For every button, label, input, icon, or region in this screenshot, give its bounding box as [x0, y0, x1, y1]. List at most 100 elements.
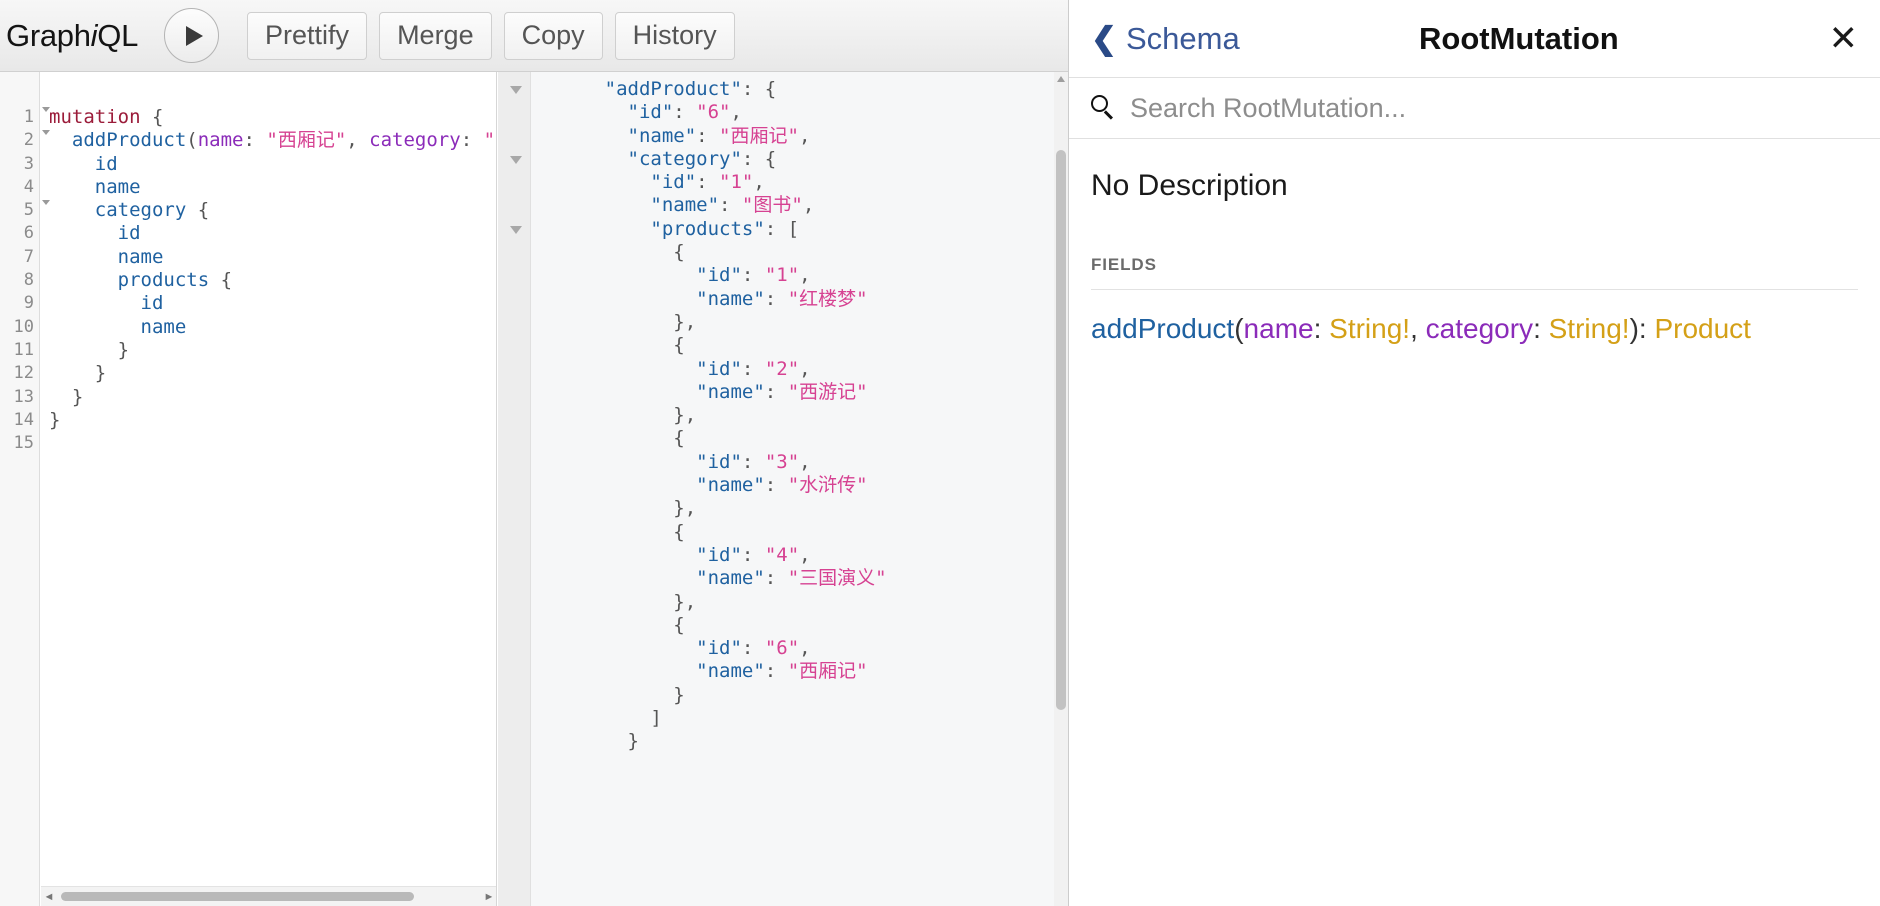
code-line[interactable]: mutation {	[49, 106, 496, 129]
query-code-area[interactable]: mutation { addProduct(name: "西厢记", categ…	[41, 72, 496, 906]
graphiql-logo: GraphiQL	[6, 18, 138, 54]
doc-title: RootMutation	[1220, 21, 1818, 57]
result-line: "products": [	[536, 218, 1054, 241]
result-line: "id": "6",	[536, 637, 1054, 660]
scroll-right-icon[interactable]: ►	[481, 891, 497, 903]
line-number: 12	[0, 362, 39, 385]
scrollbar-thumb[interactable]	[61, 892, 414, 901]
code-line[interactable]	[49, 432, 496, 455]
code-line[interactable]: }	[49, 386, 496, 409]
result-line: "id": "1",	[536, 264, 1054, 287]
result-line: },	[536, 311, 1054, 334]
result-line: "id": "1",	[536, 171, 1054, 194]
toolbar-button-prettify[interactable]: Prettify	[247, 12, 367, 60]
toolbar-button-merge[interactable]: Merge	[379, 12, 492, 60]
result-line: "name": "三国演义"	[536, 567, 1054, 590]
line-number: 9	[0, 292, 39, 315]
line-number: 15	[0, 432, 39, 455]
result-line: "name": "西游记"	[536, 381, 1054, 404]
line-number: 7	[0, 246, 39, 269]
result-gutter	[498, 72, 531, 906]
result-line: },	[536, 404, 1054, 427]
graphiql-app: GraphiQL PrettifyMergeCopyHistory 123456…	[0, 0, 1880, 906]
result-line: {	[536, 241, 1054, 264]
result-fold-caret-icon[interactable]	[510, 86, 522, 94]
result-line: {	[536, 334, 1054, 357]
result-scrollbar-thumb[interactable]	[1056, 150, 1066, 710]
query-gutter: 123456789101112131415	[0, 72, 40, 906]
result-line: "addProduct": {	[536, 78, 1054, 101]
code-line[interactable]: id	[49, 222, 496, 245]
result-code-area: "addProduct": { "id": "6", "name": "西厢记"…	[532, 72, 1054, 906]
result-line: "name": "红楼梦"	[536, 288, 1054, 311]
result-line: ]	[536, 707, 1054, 730]
result-line: "name": "图书",	[536, 194, 1054, 217]
code-line[interactable]: }	[49, 409, 496, 432]
result-line: {	[536, 521, 1054, 544]
chevron-left-icon: ❮	[1091, 21, 1117, 57]
toolbar: GraphiQL PrettifyMergeCopyHistory	[0, 0, 1068, 72]
code-line[interactable]: }	[49, 339, 496, 362]
fields-divider	[1091, 289, 1858, 290]
line-number: 5	[0, 199, 39, 222]
result-line: {	[536, 614, 1054, 637]
back-to-schema-link[interactable]: ❮ Schema	[1091, 21, 1240, 57]
result-line: "id": "4",	[536, 544, 1054, 567]
code-line[interactable]: name	[49, 316, 496, 339]
line-number: 14	[0, 409, 39, 432]
code-line[interactable]: id	[49, 292, 496, 315]
result-line: "name": "西厢记"	[536, 660, 1054, 683]
search-icon	[1091, 95, 1117, 121]
search-input[interactable]	[1130, 93, 1858, 124]
line-number: 4	[0, 176, 39, 199]
logo-prefix: Graph	[6, 18, 91, 53]
result-line: "name": "水浒传"	[536, 474, 1054, 497]
result-pane: "addProduct": { "id": "6", "name": "西厢记"…	[498, 72, 1068, 906]
result-line: }	[536, 730, 1054, 753]
scroll-up-icon[interactable]	[1057, 76, 1065, 82]
code-line[interactable]: name	[49, 176, 496, 199]
result-line: "id": "3",	[536, 451, 1054, 474]
line-number: 13	[0, 386, 39, 409]
toolbar-button-history[interactable]: History	[615, 12, 735, 60]
type-description: No Description	[1091, 169, 1858, 203]
line-number: 8	[0, 269, 39, 292]
logo-suffix: QL	[97, 18, 138, 53]
execute-query-button[interactable]	[164, 8, 219, 63]
result-line: }	[536, 684, 1054, 707]
toolbar-button-copy[interactable]: Copy	[504, 12, 603, 60]
query-editor-pane[interactable]: 123456789101112131415 mutation { addProd…	[0, 72, 497, 906]
result-fold-caret-icon[interactable]	[510, 226, 522, 234]
line-number: 6	[0, 222, 39, 245]
doc-body: No Description FIELDS addProduct(name: S…	[1069, 169, 1880, 345]
play-icon	[186, 26, 203, 46]
result-line: "category": {	[536, 148, 1054, 171]
result-line: {	[536, 427, 1054, 450]
documentation-panel: ❮ Schema RootMutation ✕ No Description F…	[1068, 0, 1880, 906]
scroll-left-icon[interactable]: ◄	[41, 891, 57, 903]
result-line: "id": "2",	[536, 358, 1054, 381]
result-line: },	[536, 591, 1054, 614]
doc-header: ❮ Schema RootMutation ✕	[1069, 0, 1880, 77]
field-signature[interactable]: addProduct(name: String!, category: Stri…	[1091, 312, 1858, 345]
code-line[interactable]: category {	[49, 199, 496, 222]
close-icon[interactable]: ✕	[1818, 21, 1858, 56]
result-line: "id": "6",	[536, 101, 1054, 124]
line-number: 10	[0, 316, 39, 339]
code-line[interactable]: name	[49, 246, 496, 269]
line-number: 2	[0, 129, 39, 152]
doc-search-row[interactable]	[1069, 77, 1880, 139]
fields-section-label: FIELDS	[1091, 255, 1858, 275]
line-number: 11	[0, 339, 39, 362]
code-line[interactable]: addProduct(name: "西厢记", category: "	[49, 129, 496, 152]
code-line[interactable]: products {	[49, 269, 496, 292]
result-fold-caret-icon[interactable]	[510, 156, 522, 164]
line-number: 3	[0, 153, 39, 176]
result-vertical-scrollbar[interactable]	[1054, 72, 1068, 906]
result-line: "name": "西厢记",	[536, 125, 1054, 148]
result-line: },	[536, 497, 1054, 520]
line-number: 1	[0, 106, 39, 129]
code-line[interactable]: id	[49, 153, 496, 176]
query-horizontal-scrollbar[interactable]: ◄ ►	[41, 886, 497, 906]
code-line[interactable]: }	[49, 362, 496, 385]
